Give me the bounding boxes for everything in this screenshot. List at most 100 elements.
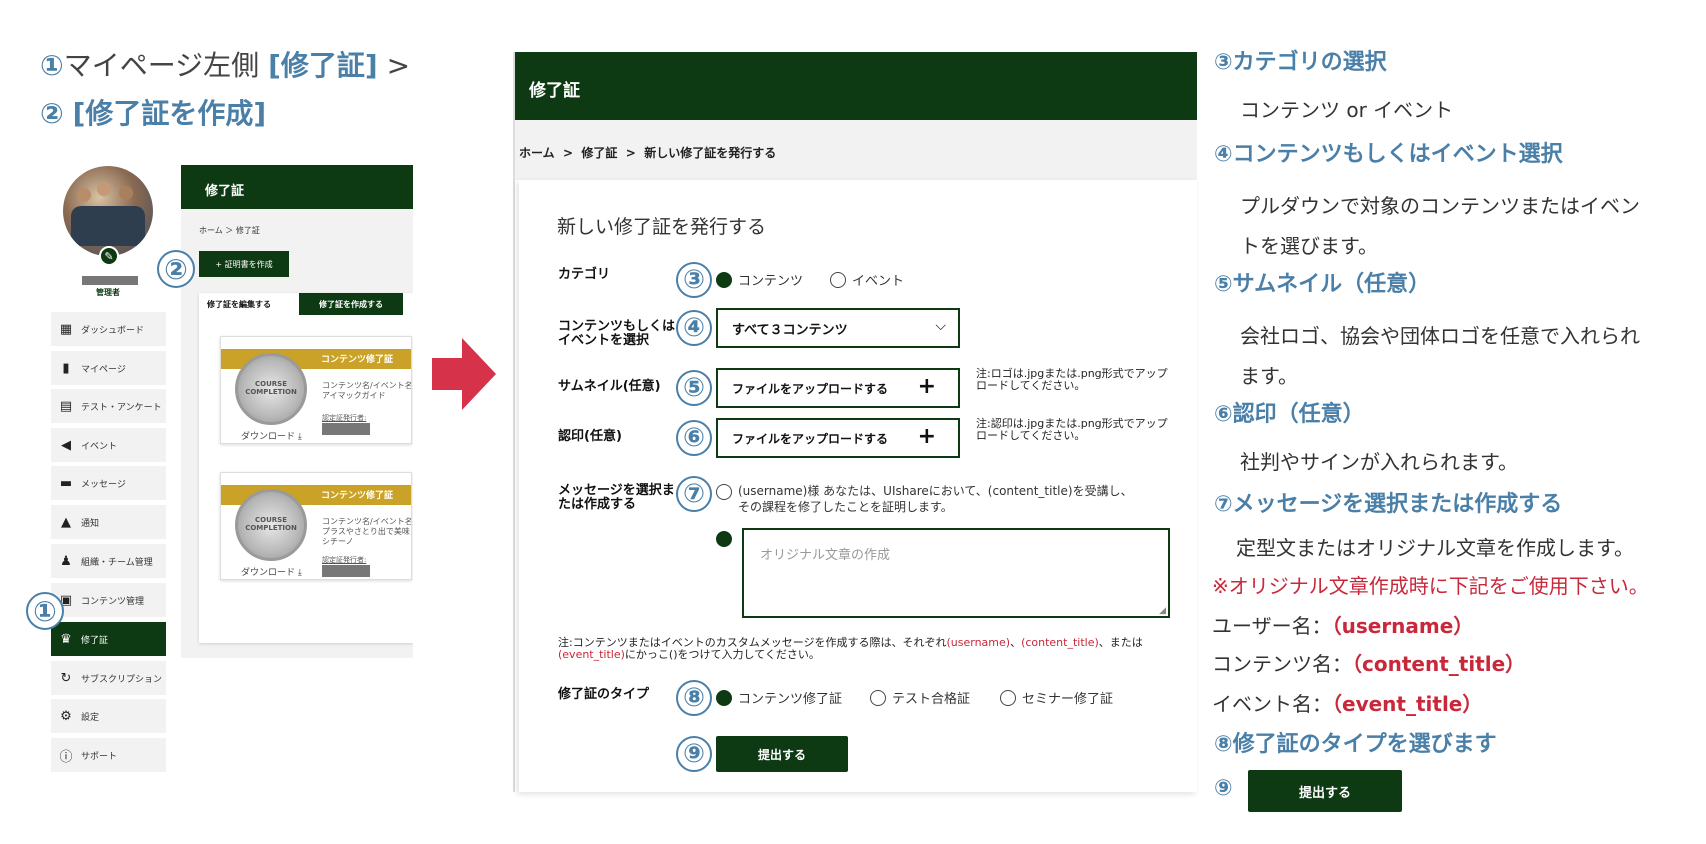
sidebar-item-message[interactable]: ▬ メッセージ [51, 466, 166, 500]
thumbnail-note: 注:ロゴは.jpgまたは.png形式でアップ ロードしてください。 [976, 367, 1168, 392]
type-option-test[interactable]: テスト合格証 [870, 688, 970, 707]
sidebar-item-certificate[interactable]: ♛ 修了証 [51, 622, 166, 656]
bell-icon: ▲ [61, 514, 71, 530]
medal-badge: COURSE COMPLETION [235, 353, 307, 425]
step-4-marker: ④ [676, 310, 712, 346]
role-label: 管理者 [96, 288, 120, 297]
edit-avatar-icon[interactable]: ✎ [99, 246, 119, 266]
radio-selected [716, 271, 732, 288]
certificate-card: コンテンツ修了証 COURSE COMPLETION コンテンツ名/イベント名ア… [220, 336, 412, 444]
seal-note: 注:認印は.jpgまたは.png形式でアップ ロードしてください。 [976, 417, 1168, 442]
megaphone-icon: ◀ [61, 437, 71, 453]
guide-step7-text: 定型文またはオリジナル文章を作成します。 [1236, 536, 1634, 560]
subscription-icon: ↻ [60, 670, 72, 686]
message-custom-radio[interactable] [716, 528, 732, 547]
step1-text: マイページ左側 [63, 49, 260, 82]
download-link[interactable]: ダウンロード ⤓ [241, 565, 302, 578]
step-2-marker: ② [157, 250, 195, 288]
step-5-marker: ⑤ [676, 370, 712, 406]
guide-variable-content: コンテンツ名：（content_title） [1212, 652, 1526, 676]
sidebar-item-team[interactable]: ♟ 組織・チーム管理 [51, 544, 166, 578]
sidebar-item-test[interactable]: ▤ テスト・アンケート [51, 389, 166, 423]
step2-number: ② [40, 97, 64, 130]
guide-step4-heading: ④コンテンツもしくはイベント選択 [1214, 142, 1563, 167]
category-label: カテゴリ [558, 267, 611, 282]
step-7-marker: ⑦ [676, 476, 712, 512]
username-bar [82, 276, 138, 285]
radio-selected [716, 689, 732, 706]
radio-unselected [830, 271, 846, 288]
panel-breadcrumb: ホーム ＞ 修了証 [199, 226, 260, 235]
message-label: メッセージを選択ま たは作成する [558, 483, 675, 513]
sidebar-item-subscription[interactable]: ↻ サブスクリプション [51, 661, 166, 695]
panel-fade-edge [413, 150, 433, 670]
certificate-card: コンテンツ修了証 COURSE COMPLETION コンテンツ名/イベント名プ… [220, 472, 412, 580]
medal-icon: ♛ [60, 631, 72, 647]
tab-create-certificate[interactable]: 修了証を作成する [299, 293, 403, 315]
step1-number: ① [40, 49, 64, 82]
gear-icon: ⚙ [60, 708, 72, 724]
breadcrumb-certificate[interactable]: 修了証 [581, 146, 617, 160]
message-template-option[interactable]: (username)様 あなたは、UIshareにおいて、(content_ti… [716, 484, 1133, 515]
breadcrumb: ホーム > 修了証 > 新しい修了証を発行する [519, 146, 777, 160]
sidebar-item-settings[interactable]: ⚙ 設定 [51, 699, 166, 733]
radio-unselected [870, 689, 886, 706]
guide-step7-heading: ⑦メッセージを選択または作成する [1214, 492, 1563, 517]
right-arrow-icon [432, 338, 496, 410]
resize-handle-icon[interactable]: ◢ [1159, 606, 1166, 616]
sidebar-item-notification[interactable]: ▲ 通知 [51, 505, 166, 539]
guide-step9-number: ⑨ [1214, 776, 1233, 801]
tab-edit-certificate[interactable]: 修了証を編集する [207, 299, 271, 310]
sidebar-item-support[interactable]: ⓘ サポート [51, 738, 166, 772]
type-option-seminar[interactable]: セミナー修了証 [1000, 688, 1113, 707]
info-icon: ⓘ [59, 749, 73, 765]
guide-submit-button: 提出する [1248, 770, 1402, 812]
breadcrumb-home[interactable]: ホーム [519, 146, 555, 160]
category-option-event[interactable]: イベント [830, 270, 904, 289]
step2-title: ② [修了証を作成] [40, 92, 266, 132]
guide-variable-username: ユーザー名：（username） [1212, 614, 1474, 638]
radio-selected [716, 530, 732, 547]
message-textarea[interactable]: オリジナル文章の作成 ◢ [742, 528, 1170, 618]
avatar [63, 166, 153, 256]
sidebar-item-dashboard[interactable]: ▦ ダッシュボード [51, 312, 166, 346]
category-option-content[interactable]: コンテンツ [716, 270, 803, 289]
content-select[interactable]: すべて３コンテンツ ⌵ [716, 308, 960, 348]
download-icon: ⤓ [297, 568, 302, 578]
step-8-marker: ⑧ [676, 680, 712, 716]
download-link[interactable]: ダウンロード ⤓ [241, 429, 302, 442]
guide-step7-note: ※オリジナル文章作成時に下記をご使用下さい。 [1212, 574, 1649, 598]
guide-step6-heading: ⑥認印（任意） [1214, 402, 1365, 427]
guide-step6-text: 社判やサインが入れられます。 [1240, 450, 1518, 474]
seal-upload-button[interactable]: ファイルをアップロードする + [716, 418, 960, 458]
step-9-marker: ⑨ [676, 736, 712, 772]
step-1-marker: ① [26, 592, 64, 630]
clipboard-icon: ▤ [59, 398, 73, 414]
radio-unselected [716, 484, 732, 500]
custom-message-note: 注:コンテンツまたはイベントのカスタムメッセージを作成する際は、それぞれ(use… [558, 636, 1143, 661]
create-certificate-button[interactable]: + 証明書を作成 [199, 251, 289, 277]
sidebar-item-content[interactable]: ▣ コンテンツ管理 [51, 583, 166, 617]
sidebar-item-event[interactable]: ◀ イベント [51, 428, 166, 462]
thumbnail-upload-button[interactable]: ファイルをアップロードする + [716, 368, 960, 408]
plus-icon: + [917, 374, 936, 399]
medal-badge: COURSE COMPLETION [235, 489, 307, 561]
dashboard-icon: ▦ [59, 321, 73, 337]
textarea-placeholder: オリジナル文章の作成 [760, 548, 891, 563]
guide-step4-text: プルダウンで対象のコンテンツまたはイベン トを選びます。 [1240, 194, 1640, 258]
team-icon: ♟ [60, 553, 72, 569]
guide-variable-event: イベント名：（event_title） [1212, 692, 1483, 716]
radio-unselected [1000, 689, 1016, 706]
chat-icon: ▬ [59, 475, 73, 491]
sidebar-item-mypage[interactable]: ▮ マイページ [51, 351, 166, 385]
submit-button[interactable]: 提出する [716, 736, 848, 772]
main-header: 修了証 [515, 52, 1197, 120]
type-option-content[interactable]: コンテンツ修了証 [716, 688, 842, 707]
type-label: 修了証のタイプ [558, 687, 650, 702]
guide-step3-heading: ③カテゴリの選択 [1214, 50, 1387, 75]
step-3-marker: ③ [676, 262, 712, 298]
download-icon: ⤓ [297, 432, 302, 442]
guide-step3-text: コンテンツ or イベント [1240, 98, 1454, 122]
breadcrumb-current: 新しい修了証を発行する [644, 146, 777, 160]
plus-icon: + [917, 424, 936, 449]
